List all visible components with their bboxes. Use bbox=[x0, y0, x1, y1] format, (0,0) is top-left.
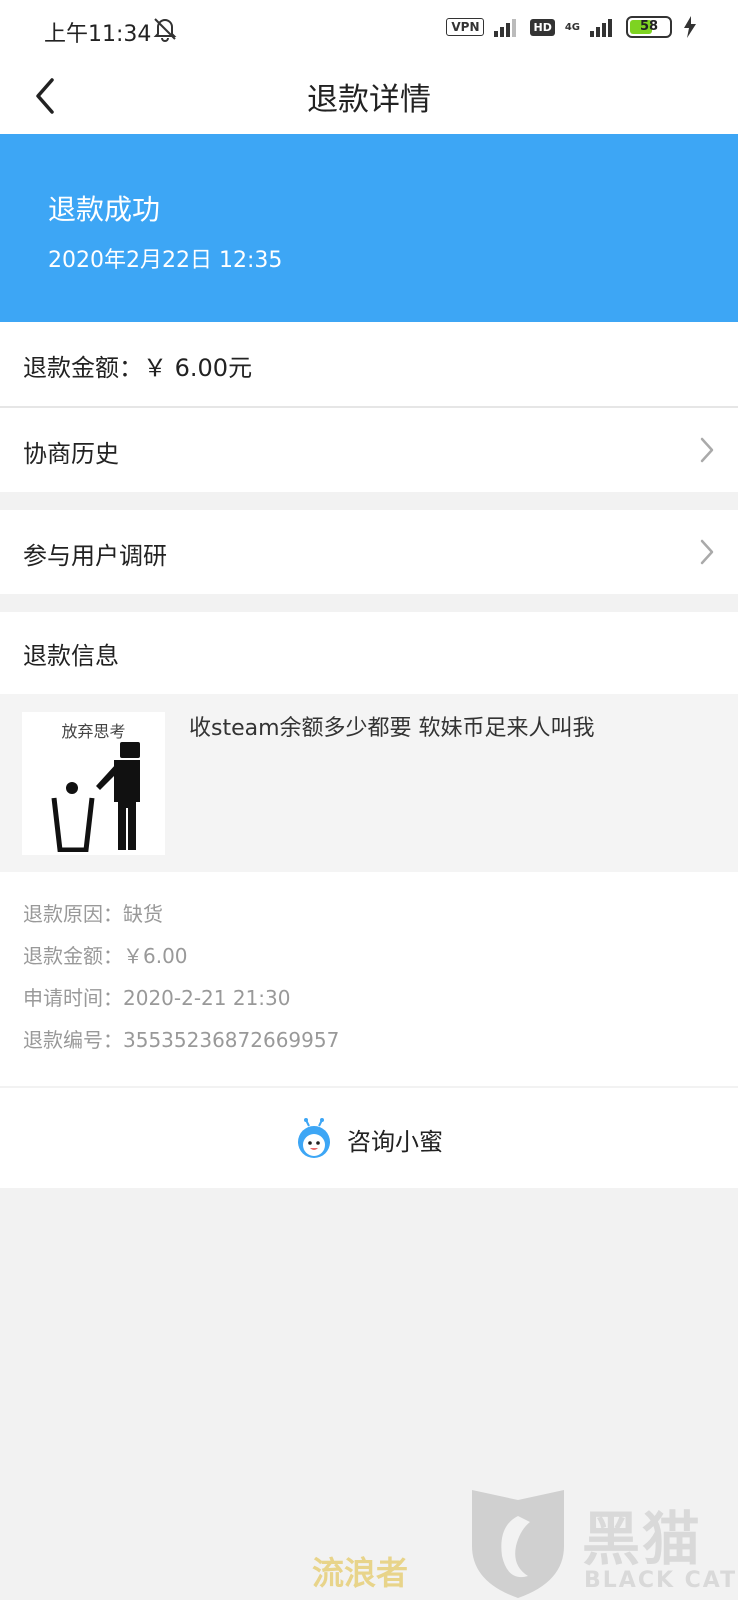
apply-time: 申请时间：2020-2-21 21:30 bbox=[23, 986, 291, 1010]
watermark-wanderer: 流浪者 bbox=[312, 1554, 409, 1592]
refund-amount-detail: 退款金额：￥6.00 bbox=[23, 944, 188, 968]
refund-details: 退款原因：缺货 退款金额：￥6.00 申请时间：2020-2-21 21:30 … bbox=[0, 872, 738, 1086]
negotiation-history-row[interactable]: 协商历史 bbox=[0, 408, 738, 492]
refund-success-time: 2020年2月22日 12:35 bbox=[48, 248, 283, 273]
user-survey-row[interactable]: 参与用户调研 bbox=[0, 510, 738, 594]
hd-badge: HD bbox=[530, 18, 555, 36]
bell-muted-icon bbox=[153, 18, 177, 42]
product-thumbnail: 放弃思考 bbox=[22, 712, 165, 855]
refund-info-header: 退款信息 bbox=[0, 612, 738, 694]
battery-percent: 58 bbox=[639, 19, 659, 34]
chevron-right-icon bbox=[700, 539, 714, 565]
charging-icon bbox=[684, 16, 696, 38]
status-time: 上午11:34 bbox=[44, 22, 152, 47]
status-indicators: VPN HD 4G 58 bbox=[446, 16, 698, 38]
refund-amount-label: 退款金额：￥ 6.00元 bbox=[23, 354, 253, 382]
thumbnail-caption: 放弃思考 bbox=[61, 722, 126, 741]
signal-4g-icon bbox=[590, 19, 612, 37]
trash-figure-icon bbox=[51, 742, 140, 852]
status-bar: 上午11:34 VPN HD 4G 58 bbox=[0, 0, 738, 60]
refund-amount-row: 退款金额：￥ 6.00元 bbox=[0, 322, 738, 406]
consult-label: 咨询小蜜 bbox=[347, 1127, 443, 1156]
negotiation-history-label: 协商历史 bbox=[23, 440, 119, 468]
product-title[interactable]: 收steam余额多少都要 软妹币足来人叫我 bbox=[189, 710, 595, 742]
network-type: 4G bbox=[564, 21, 580, 33]
refund-number: 退款编号：3553523687266995​7 bbox=[23, 1028, 340, 1052]
consult-assistant-button[interactable]: 咨询小蜜 bbox=[0, 1088, 738, 1188]
user-survey-label: 参与用户调研 bbox=[23, 542, 167, 570]
nav-bar: 退款详情 bbox=[0, 60, 738, 134]
refund-status: 退款成功 bbox=[48, 193, 161, 226]
refund-reason: 退款原因：缺货 bbox=[23, 902, 163, 926]
watermark-brand-cn: 黑猫 bbox=[582, 1505, 703, 1573]
chevron-right-icon bbox=[700, 437, 714, 463]
refund-info-title: 退款信息 bbox=[23, 642, 119, 670]
black-cat-logo-icon bbox=[472, 1490, 564, 1598]
battery-indicator: 58 bbox=[626, 16, 672, 38]
page-title: 退款详情 bbox=[307, 82, 431, 118]
vpn-badge: VPN bbox=[446, 18, 485, 36]
watermark-brand-en: BLACK CAT bbox=[584, 1568, 738, 1593]
product-item[interactable]: 放弃思考 收steam余额多少都要 软妹币足来人叫我 bbox=[0, 694, 738, 872]
refund-status-banner: 退款成功 2020年2月22日 12:35 bbox=[0, 134, 738, 322]
assistant-bee-icon bbox=[298, 1118, 330, 1158]
signal-icon bbox=[494, 19, 517, 37]
consult-content: 咨询小蜜 bbox=[0, 1118, 738, 1160]
